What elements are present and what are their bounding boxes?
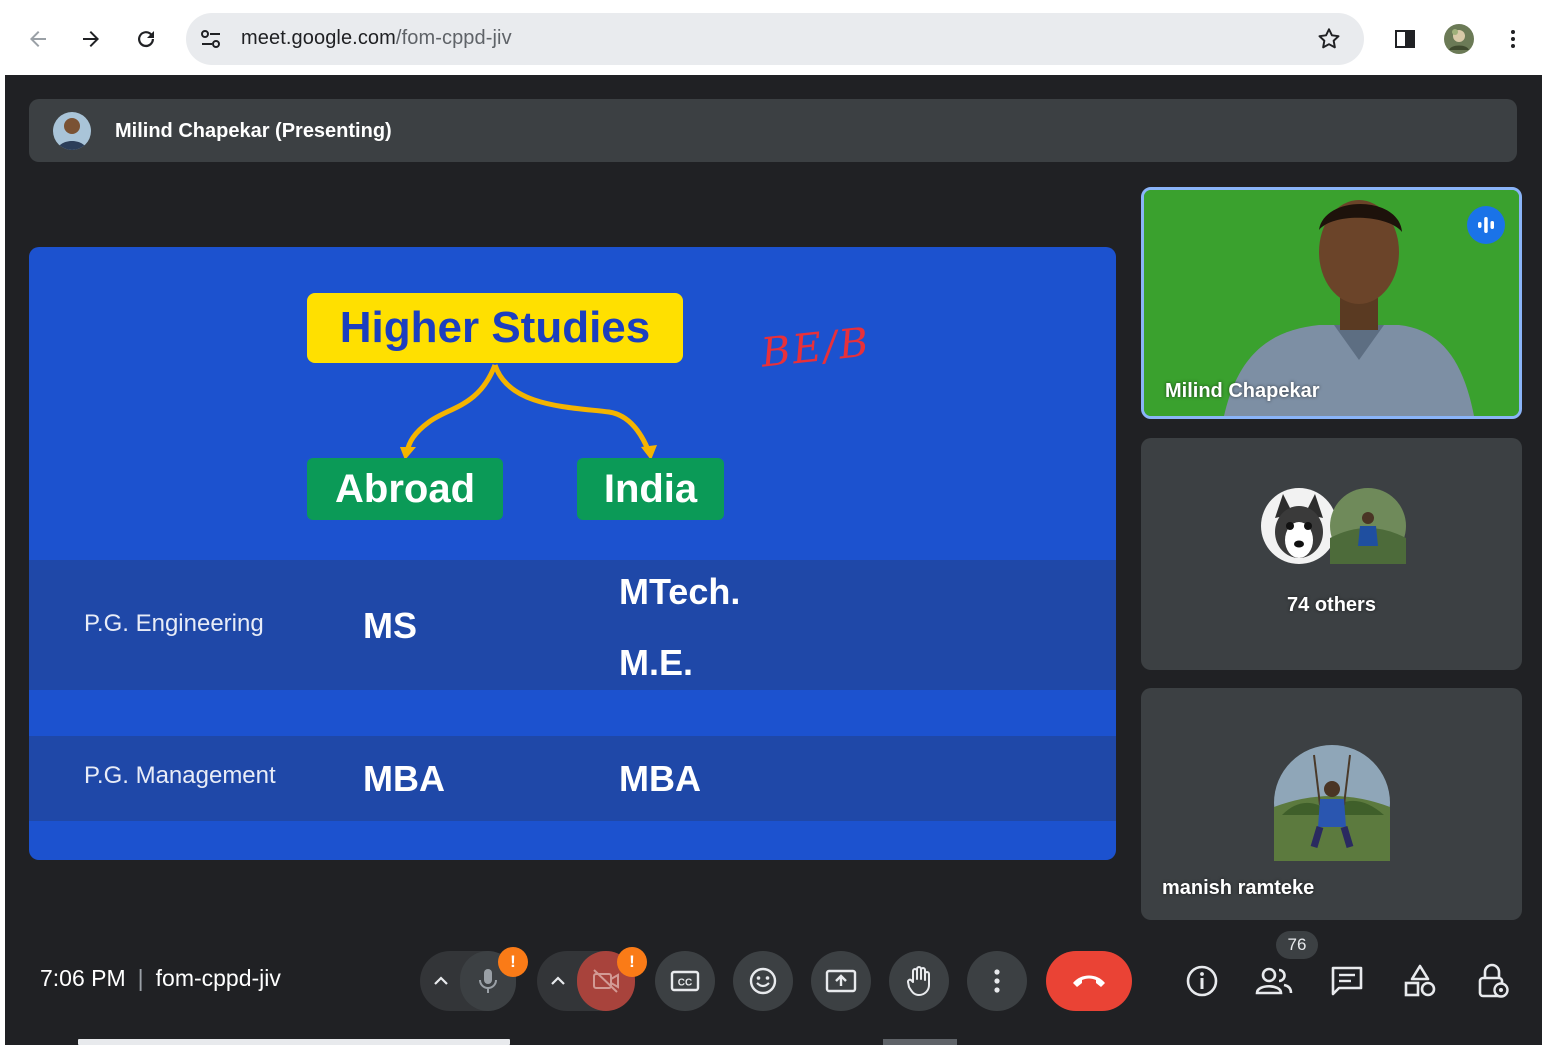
- presentation-slide: Higher Studies Abroad India BE/B P.G. En…: [29, 247, 1116, 860]
- microphone-icon: [479, 969, 497, 993]
- bookmark-star-icon[interactable]: [1316, 26, 1342, 52]
- people-icon: [1255, 967, 1293, 995]
- husky-avatar: [1261, 488, 1337, 564]
- reload-icon: [138, 31, 155, 48]
- svg-text:CC: CC: [678, 978, 692, 989]
- chevron-up-icon[interactable]: [432, 973, 450, 989]
- microphone-control: !: [420, 947, 528, 1011]
- closed-captions-icon: CC: [670, 970, 700, 992]
- speaker-name: Milind Chapekar: [1165, 380, 1320, 402]
- address-bar[interactable]: meet.google.com/fom-cppd-jiv: [186, 13, 1364, 65]
- raise-hand-button[interactable]: [889, 951, 949, 1011]
- forward-arrow-icon: [83, 31, 99, 47]
- url-path: /fom-cppd-jiv: [395, 27, 512, 49]
- meet-stage: Milind Chapekar (Presenting) Higher Stud…: [5, 75, 1542, 1045]
- chat-icon: [1331, 966, 1363, 996]
- others-tile[interactable]: 74 others: [1141, 438, 1522, 670]
- speaking-indicator: [1467, 206, 1505, 244]
- participant-tile[interactable]: manish ramteke: [1141, 688, 1522, 920]
- emoji-icon: [749, 967, 777, 995]
- info-icon: [1186, 965, 1218, 997]
- side-panel-icon: [1395, 30, 1415, 48]
- camera-control: !: [537, 947, 647, 1011]
- people-button[interactable]: [1254, 963, 1294, 999]
- url-host: meet.google.com: [241, 27, 396, 49]
- audio-level-icon: [1478, 217, 1494, 233]
- more-vert-icon: [994, 969, 1000, 993]
- meeting-clock: 7:06 PM | fom-cppd-jiv: [40, 965, 281, 992]
- back-arrow-icon: [30, 31, 46, 47]
- row-value-abroad: MS: [363, 605, 417, 646]
- abroad-label: Abroad: [335, 466, 475, 511]
- taskbar-strip: [78, 1039, 510, 1045]
- forward-button[interactable]: [74, 22, 108, 56]
- host-controls-lock-icon: [1478, 963, 1509, 998]
- browser-toolbar: meet.google.com/fom-cppd-jiv: [0, 0, 1542, 75]
- browser-menu-button[interactable]: [1496, 22, 1530, 56]
- leave-call-button[interactable]: [1046, 951, 1132, 1011]
- current-time: 7:06 PM: [40, 965, 126, 991]
- camera-off-icon: [593, 969, 619, 993]
- speaker-tile[interactable]: Milind Chapekar: [1141, 187, 1522, 419]
- present-screen-button[interactable]: [811, 951, 871, 1011]
- reactions-button[interactable]: [733, 951, 793, 1011]
- chevron-up-icon[interactable]: [549, 973, 567, 989]
- abroad-box: Abroad: [307, 458, 503, 520]
- row-value-india: MBA: [619, 758, 701, 799]
- activities-shapes-icon: [1404, 964, 1436, 997]
- row-value-india: M.E.: [619, 642, 694, 683]
- url-text[interactable]: meet.google.com/fom-cppd-jiv: [241, 27, 512, 50]
- presenter-label: Milind Chapekar (Presenting): [115, 120, 392, 142]
- others-count-label: 74 others: [1287, 594, 1376, 616]
- camera-warning-badge: !: [617, 947, 647, 977]
- activities-button[interactable]: [1400, 963, 1440, 999]
- india-box: India: [577, 458, 724, 520]
- row-label: P.G. Management: [84, 762, 276, 789]
- site-settings-icon[interactable]: [200, 29, 222, 49]
- presenter-avatar-image: [53, 112, 91, 150]
- side-panel-button[interactable]: [1388, 22, 1422, 56]
- hang-up-icon: [1073, 975, 1105, 987]
- hand-icon: [907, 966, 930, 996]
- taskbar-strip: [883, 1039, 957, 1045]
- profile-avatar-icon: [1444, 24, 1474, 54]
- row-value-abroad: MBA: [363, 758, 445, 799]
- row-label: P.G. Engineering: [84, 610, 264, 637]
- india-label: India: [603, 466, 698, 511]
- participant-count-badge: 76: [1276, 931, 1318, 959]
- more-vert-icon: [1511, 30, 1515, 48]
- row-value-india: MTech.: [619, 571, 741, 612]
- presenter-bar: Milind Chapekar (Presenting): [29, 99, 1517, 162]
- participant-avatar: [1274, 745, 1390, 861]
- reload-button[interactable]: [129, 22, 163, 56]
- profile-avatar[interactable]: [1442, 22, 1476, 56]
- meeting-details-button[interactable]: [1182, 963, 1222, 999]
- mic-warning-badge: !: [498, 947, 528, 977]
- presenter-avatar: [53, 112, 91, 150]
- meeting-code: fom-cppd-jiv: [155, 965, 281, 991]
- host-controls-button[interactable]: [1473, 963, 1513, 999]
- participant-name: manish ramteke: [1162, 877, 1315, 899]
- present-screen-icon: [825, 969, 857, 993]
- participant-avatar: [1330, 488, 1406, 564]
- back-button[interactable]: [21, 22, 55, 56]
- separator: |: [137, 965, 144, 991]
- branch-arrows: [400, 364, 657, 460]
- captions-button[interactable]: CC: [655, 951, 715, 1011]
- more-options-button[interactable]: [967, 951, 1027, 1011]
- chat-button[interactable]: [1327, 963, 1367, 999]
